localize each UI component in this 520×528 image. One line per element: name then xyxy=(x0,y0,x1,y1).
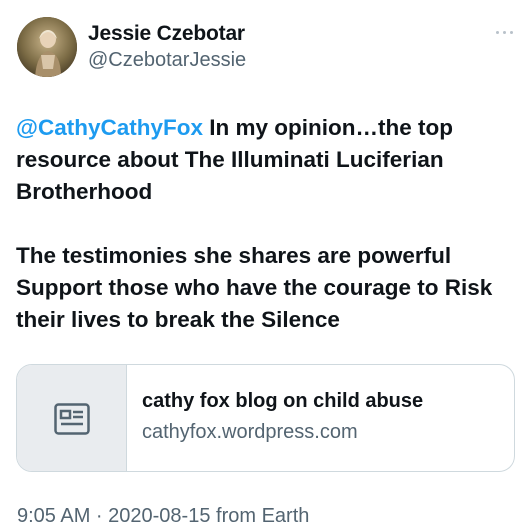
article-icon xyxy=(54,403,90,435)
link-card[interactable]: cathy fox blog on child abuse cathyfox.w… xyxy=(16,364,515,472)
tweet-text: @CathyCathyFox In my opinion…the top res… xyxy=(16,112,511,336)
avatar[interactable] xyxy=(17,17,77,77)
author-handle[interactable]: @CzebotarJessie xyxy=(88,49,246,72)
mention-link[interactable]: @CathyCathyFox xyxy=(16,115,203,140)
more-horizontal-icon[interactable] xyxy=(494,25,516,39)
card-media xyxy=(17,365,127,471)
tweet-paragraph-1: @CathyCathyFox In my opinion…the top res… xyxy=(16,112,511,208)
card-title: cathy fox blog on child abuse xyxy=(142,390,424,412)
profile-photo-icon xyxy=(17,17,77,77)
card-domain: cathyfox.wordpress.com xyxy=(142,421,358,443)
author-name[interactable]: Jessie Czebotar xyxy=(88,22,245,46)
tweet: Jessie Czebotar @CzebotarJessie @CathyCa… xyxy=(0,0,520,527)
tweet-paragraph-2: The testimonies she shares are powerful … xyxy=(16,243,493,332)
tweet-timestamp[interactable]: 9:05 AM · 2020-08-15 from Earth xyxy=(17,505,309,528)
